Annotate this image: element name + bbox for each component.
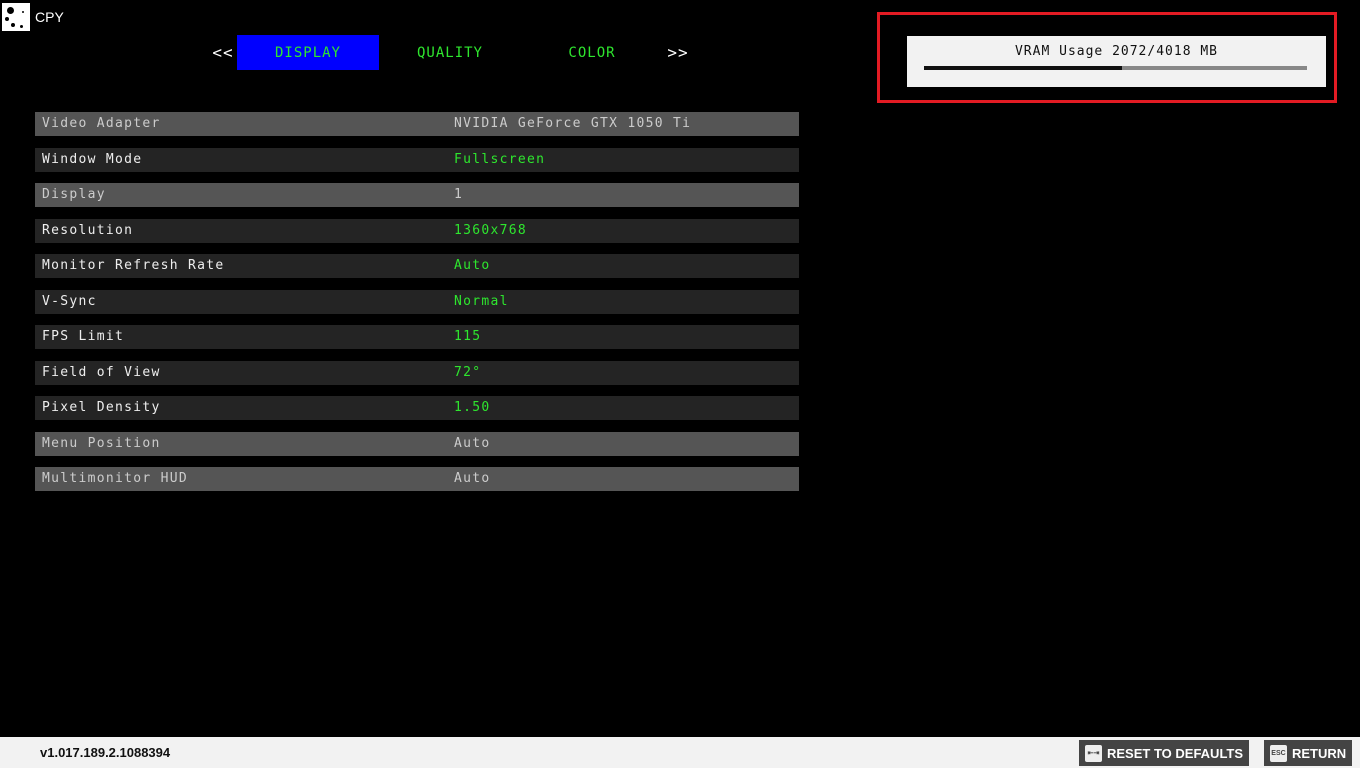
setting-value[interactable]: Fullscreen: [454, 148, 545, 172]
setting-row-resolution[interactable]: Resolution 1360x768: [35, 218, 799, 243]
vram-usage-bar: [924, 66, 1307, 70]
tab-color[interactable]: COLOR: [521, 35, 663, 70]
tab-display[interactable]: DISPLAY: [237, 35, 379, 70]
setting-value: NVIDIA GeForce GTX 1050 Ti: [454, 116, 692, 131]
version-label: v1.017.189.2.1088394: [40, 745, 171, 760]
cpy-logo: [2, 3, 30, 31]
next-tab-arrow[interactable]: >>: [663, 35, 693, 70]
setting-value: 1: [454, 187, 464, 202]
setting-value[interactable]: 72°: [454, 361, 481, 385]
setting-row-video-adapter: Video Adapter NVIDIA GeForce GTX 1050 Ti: [35, 112, 799, 136]
setting-label: Multimonitor HUD: [42, 471, 189, 486]
return-button[interactable]: ESC RETURN: [1264, 740, 1353, 766]
setting-label: Display: [42, 187, 106, 202]
setting-row-fps-limit[interactable]: FPS Limit 115: [35, 325, 799, 349]
setting-value[interactable]: 1360x768: [454, 219, 527, 243]
setting-row-menu-position: Menu Position Auto: [35, 431, 799, 456]
reset-to-defaults-button[interactable]: ⇤⇥ RESET TO DEFAULTS: [1079, 740, 1250, 766]
setting-value[interactable]: Auto: [454, 254, 491, 278]
reset-key-icon: ⇤⇥: [1085, 744, 1102, 762]
setting-row-window-mode[interactable]: Window Mode Fullscreen: [35, 147, 799, 172]
setting-label: Window Mode: [42, 151, 143, 167]
setting-label: Resolution: [42, 222, 134, 238]
setting-label: Menu Position: [42, 435, 161, 451]
setting-label: Monitor Refresh Rate: [42, 258, 225, 273]
setting-value[interactable]: 115: [454, 325, 481, 349]
setting-row-pixel-density[interactable]: Pixel Density 1.50: [35, 396, 799, 420]
brand-label: CPY: [35, 9, 64, 25]
vram-usage-label: VRAM Usage 2072/4018 MB: [1014, 44, 1218, 59]
setting-value[interactable]: Normal: [454, 290, 509, 314]
vram-usage-fill: [924, 66, 1122, 70]
reset-label: RESET TO DEFAULTS: [1107, 745, 1244, 761]
vram-highlight: VRAM Usage 2072/4018 MB: [877, 12, 1337, 103]
setting-label: Pixel Density: [42, 400, 161, 415]
prev-tab-arrow[interactable]: <<: [208, 35, 238, 70]
setting-label: Field of View: [42, 364, 161, 380]
setting-row-multimonitor-hud: Multimonitor HUD Auto: [35, 467, 799, 491]
setting-label: FPS Limit: [42, 329, 125, 344]
vram-usage-panel: VRAM Usage 2072/4018 MB: [907, 36, 1326, 87]
setting-row-display: Display 1: [35, 183, 799, 207]
setting-row-field-of-view[interactable]: Field of View 72°: [35, 360, 799, 385]
setting-label: V-Sync: [42, 293, 97, 309]
setting-value[interactable]: 1.50: [454, 396, 491, 420]
setting-value: Auto: [454, 471, 491, 486]
setting-label: Video Adapter: [42, 116, 161, 131]
footer-bar: v1.017.189.2.1088394 ⇤⇥ RESET TO DEFAULTS…: [0, 737, 1360, 768]
setting-row-v-sync[interactable]: V-Sync Normal: [35, 289, 799, 314]
setting-row-monitor-refresh-rate[interactable]: Monitor Refresh Rate Auto: [35, 254, 799, 278]
esc-key-icon: ESC: [1270, 744, 1287, 762]
tab-quality[interactable]: QUALITY: [379, 35, 521, 70]
return-label: RETURN: [1292, 745, 1347, 761]
setting-value: Auto: [454, 435, 491, 451]
